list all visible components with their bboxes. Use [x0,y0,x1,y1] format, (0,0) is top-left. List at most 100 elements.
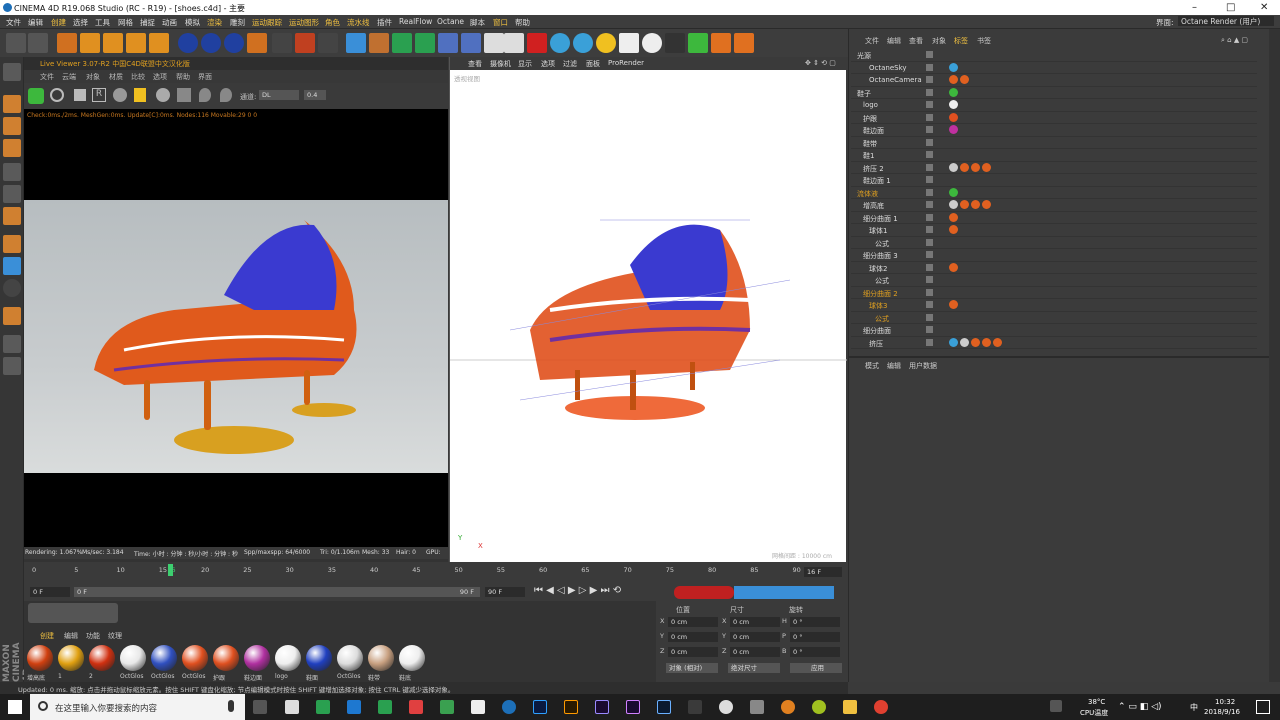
coord-field[interactable]: 0 cm [668,647,718,657]
viewport-nav-icons[interactable]: ✥ ⇕ ⟲ ▢ [805,59,836,67]
material-swatch[interactable] [89,645,115,671]
visibility-toggle[interactable] [926,276,933,283]
coord-mode-select[interactable]: 对象 (相对) [666,663,718,673]
menu-realflow[interactable]: RealFlow [399,17,432,26]
workplane-icon[interactable] [3,139,21,157]
menu-sculpt[interactable]: 雕刻 [230,17,245,28]
app-icon-6[interactable] [750,700,764,714]
wechat-icon[interactable] [378,700,392,714]
menu-animate[interactable]: 动画 [162,17,177,28]
octane-scatter-icon[interactable] [688,33,708,53]
material-swatch[interactable] [151,645,177,671]
visibility-toggle[interactable] [926,113,933,121]
visibility-toggle[interactable] [926,101,933,108]
edge-icon[interactable] [347,700,361,714]
visibility-toggle[interactable] [926,51,933,58]
camera-icon[interactable] [504,33,524,53]
menu-character[interactable]: 角色 [325,17,340,28]
subdivision-icon[interactable] [392,33,412,53]
app-icon-8[interactable] [812,700,826,714]
current-frame-field[interactable]: 16 F [804,567,842,577]
octane-fur-icon[interactable] [665,33,685,53]
object-row[interactable]: 光源 [851,49,1257,62]
menu-create[interactable]: 创建 [51,17,66,28]
tag-icon[interactable] [949,75,958,84]
om-menu-edit[interactable]: 编辑 [887,36,901,46]
attr-menu-edit[interactable]: 编辑 [887,361,901,371]
material-swatch[interactable] [399,645,425,671]
om-search-icon[interactable]: ⌕ ⌂ ▲ ▢ [1221,36,1248,45]
settings-gear-icon[interactable] [113,88,127,102]
app-icon-2[interactable] [440,700,454,714]
visibility-toggle[interactable] [926,201,933,208]
z-axis-icon[interactable] [224,33,244,53]
object-row[interactable]: 护跟 [851,112,1257,124]
visibility-toggle[interactable] [926,188,933,196]
octane-fog-icon[interactable] [734,33,754,53]
ime-indicator[interactable]: 中 [1190,702,1198,713]
lv-menu-objects[interactable]: 对象 [86,72,100,82]
coord-field[interactable]: 0 cm [730,647,780,657]
render-view-icon[interactable] [272,33,292,53]
y-axis-icon[interactable] [201,33,221,53]
rotate-icon[interactable] [126,33,146,53]
visibility-toggle[interactable] [926,326,933,333]
tag-icon[interactable] [949,337,958,347]
visibility-toggle[interactable] [926,176,933,183]
material-swatch[interactable] [27,645,53,671]
visibility-toggle[interactable] [926,76,933,83]
coord-field[interactable]: 0 ° [790,632,840,642]
model-mode-icon[interactable] [3,95,21,113]
visibility-toggle[interactable] [926,226,933,233]
restart-icon[interactable] [50,88,64,102]
app-icon-1[interactable] [409,700,423,714]
material-swatch[interactable] [182,645,208,671]
start-frame-field[interactable]: 0 F [30,587,70,597]
tag-icon[interactable] [949,162,958,172]
menu-file[interactable]: 文件 [6,17,21,28]
light-icon[interactable] [484,33,504,53]
tag-icon[interactable] [949,225,958,234]
vp-menu-display[interactable]: 显示 [518,59,532,69]
visibility-toggle[interactable] [926,88,933,96]
microphone-icon[interactable] [228,700,234,712]
illustrator-icon[interactable] [564,700,578,714]
object-row[interactable]: OctaneCamera [851,74,1257,87]
tag-icon[interactable] [949,187,958,197]
om-menu-tags[interactable]: 标签 [954,36,968,46]
material-swatch[interactable] [213,645,239,671]
tweak-mode-icon[interactable] [3,257,21,275]
object-row[interactable]: OctaneSky [851,62,1257,74]
object-row[interactable]: 鞋边面 [851,124,1257,137]
menu-motion-tracking[interactable]: 运动跟踪 [252,17,282,28]
tag-icon[interactable] [971,200,980,209]
make-editable-icon[interactable] [3,63,21,81]
maximize-button[interactable]: □ [1226,2,1235,13]
menu-tools[interactable]: 工具 [95,17,110,28]
object-row[interactable]: 挤压 2 [851,162,1257,174]
move-icon[interactable] [80,33,100,53]
object-row[interactable]: 球体3 [851,299,1257,312]
playhead[interactable] [168,564,173,576]
menu-script[interactable]: 脚本 [470,17,485,28]
material-swatch[interactable] [244,645,270,671]
object-row[interactable]: 细分曲面 2 [851,287,1257,299]
scale-icon[interactable] [103,33,123,53]
material-swatch[interactable] [58,645,84,671]
lv-menu-cloud[interactable]: 云端 [62,72,76,82]
after-effects-icon[interactable] [595,700,609,714]
object-row[interactable]: 流体液 [851,187,1257,199]
minimize-button[interactable]: – [1192,2,1197,13]
object-row[interactable]: 公式 [851,274,1257,287]
octane-target-icon[interactable] [642,33,662,53]
mail-icon[interactable] [285,700,299,714]
object-row[interactable]: 增高底 [851,199,1257,212]
snap-icon[interactable] [3,279,21,297]
taskbar-search[interactable]: 在这里输入你要搜索的内容 [30,694,245,720]
lv-menu-options[interactable]: 选项 [153,72,167,82]
solo-icon[interactable] [3,357,21,375]
octane-sky-icon[interactable] [550,33,570,53]
lv-menu-interface[interactable]: 界面 [198,72,212,82]
visibility-toggle[interactable] [926,251,933,258]
chrome-icon[interactable] [874,700,888,714]
